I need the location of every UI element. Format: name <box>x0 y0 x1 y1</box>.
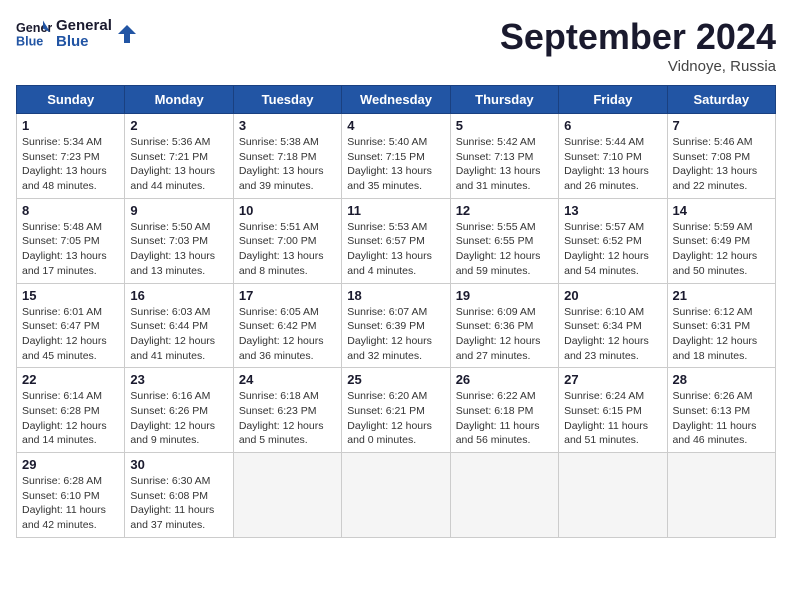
day-5: 5Sunrise: 5:42 AMSunset: 7:13 PMDaylight… <box>450 114 558 199</box>
week-row-3: 15Sunrise: 6:01 AMSunset: 6:47 PMDayligh… <box>17 283 776 368</box>
day-12: 12Sunrise: 5:55 AMSunset: 6:55 PMDayligh… <box>450 198 558 283</box>
day-18: 18Sunrise: 6:07 AMSunset: 6:39 PMDayligh… <box>342 283 450 368</box>
week-row-2: 8Sunrise: 5:48 AMSunset: 7:05 PMDaylight… <box>17 198 776 283</box>
day-23: 23Sunrise: 6:16 AMSunset: 6:26 PMDayligh… <box>125 368 233 453</box>
title-block: September 2024 Vidnoye, Russia <box>500 16 776 75</box>
logo-icon: General Blue <box>16 16 52 52</box>
page-header: General Blue General Blue September 2024… <box>16 16 776 75</box>
day-17: 17Sunrise: 6:05 AMSunset: 6:42 PMDayligh… <box>233 283 341 368</box>
day-11: 11Sunrise: 5:53 AMSunset: 6:57 PMDayligh… <box>342 198 450 283</box>
day-30: 30Sunrise: 6:30 AMSunset: 6:08 PMDayligh… <box>125 453 233 538</box>
empty-cell <box>342 453 450 538</box>
week-row-5: 29Sunrise: 6:28 AMSunset: 6:10 PMDayligh… <box>17 453 776 538</box>
logo-arrow-icon <box>116 23 138 45</box>
day-25: 25Sunrise: 6:20 AMSunset: 6:21 PMDayligh… <box>342 368 450 453</box>
day-13: 13Sunrise: 5:57 AMSunset: 6:52 PMDayligh… <box>559 198 667 283</box>
location-label: Vidnoye, Russia <box>500 58 776 75</box>
day-6: 6Sunrise: 5:44 AMSunset: 7:10 PMDaylight… <box>559 114 667 199</box>
col-thursday: Thursday <box>450 86 558 114</box>
col-saturday: Saturday <box>667 86 775 114</box>
day-29: 29Sunrise: 6:28 AMSunset: 6:10 PMDayligh… <box>17 453 125 538</box>
calendar-table: Sunday Monday Tuesday Wednesday Thursday… <box>16 85 776 538</box>
day-9: 9Sunrise: 5:50 AMSunset: 7:03 PMDaylight… <box>125 198 233 283</box>
col-friday: Friday <box>559 86 667 114</box>
col-monday: Monday <box>125 86 233 114</box>
logo: General Blue General Blue <box>16 16 138 52</box>
day-4: 4Sunrise: 5:40 AMSunset: 7:15 PMDaylight… <box>342 114 450 199</box>
day-7: 7Sunrise: 5:46 AMSunset: 7:08 PMDaylight… <box>667 114 775 199</box>
day-22: 22Sunrise: 6:14 AMSunset: 6:28 PMDayligh… <box>17 368 125 453</box>
day-20: 20Sunrise: 6:10 AMSunset: 6:34 PMDayligh… <box>559 283 667 368</box>
week-row-4: 22Sunrise: 6:14 AMSunset: 6:28 PMDayligh… <box>17 368 776 453</box>
day-3: 3Sunrise: 5:38 AMSunset: 7:18 PMDaylight… <box>233 114 341 199</box>
empty-cell <box>667 453 775 538</box>
day-1: 1Sunrise: 5:34 AMSunset: 7:23 PMDaylight… <box>17 114 125 199</box>
day-10: 10Sunrise: 5:51 AMSunset: 7:00 PMDayligh… <box>233 198 341 283</box>
empty-cell <box>233 453 341 538</box>
day-28: 28Sunrise: 6:26 AMSunset: 6:13 PMDayligh… <box>667 368 775 453</box>
empty-cell <box>450 453 558 538</box>
day-27: 27Sunrise: 6:24 AMSunset: 6:15 PMDayligh… <box>559 368 667 453</box>
day-16: 16Sunrise: 6:03 AMSunset: 6:44 PMDayligh… <box>125 283 233 368</box>
day-2: 2Sunrise: 5:36 AMSunset: 7:21 PMDaylight… <box>125 114 233 199</box>
day-21: 21Sunrise: 6:12 AMSunset: 6:31 PMDayligh… <box>667 283 775 368</box>
day-14: 14Sunrise: 5:59 AMSunset: 6:49 PMDayligh… <box>667 198 775 283</box>
day-24: 24Sunrise: 6:18 AMSunset: 6:23 PMDayligh… <box>233 368 341 453</box>
logo-blue: Blue <box>56 34 112 51</box>
month-title: September 2024 <box>500 16 776 58</box>
day-19: 19Sunrise: 6:09 AMSunset: 6:36 PMDayligh… <box>450 283 558 368</box>
col-wednesday: Wednesday <box>342 86 450 114</box>
svg-text:Blue: Blue <box>16 35 43 49</box>
col-tuesday: Tuesday <box>233 86 341 114</box>
day-8: 8Sunrise: 5:48 AMSunset: 7:05 PMDaylight… <box>17 198 125 283</box>
week-row-1: 1Sunrise: 5:34 AMSunset: 7:23 PMDaylight… <box>17 114 776 199</box>
col-sunday: Sunday <box>17 86 125 114</box>
empty-cell <box>559 453 667 538</box>
day-15: 15Sunrise: 6:01 AMSunset: 6:47 PMDayligh… <box>17 283 125 368</box>
day-26: 26Sunrise: 6:22 AMSunset: 6:18 PMDayligh… <box>450 368 558 453</box>
logo-general: General <box>56 18 112 35</box>
